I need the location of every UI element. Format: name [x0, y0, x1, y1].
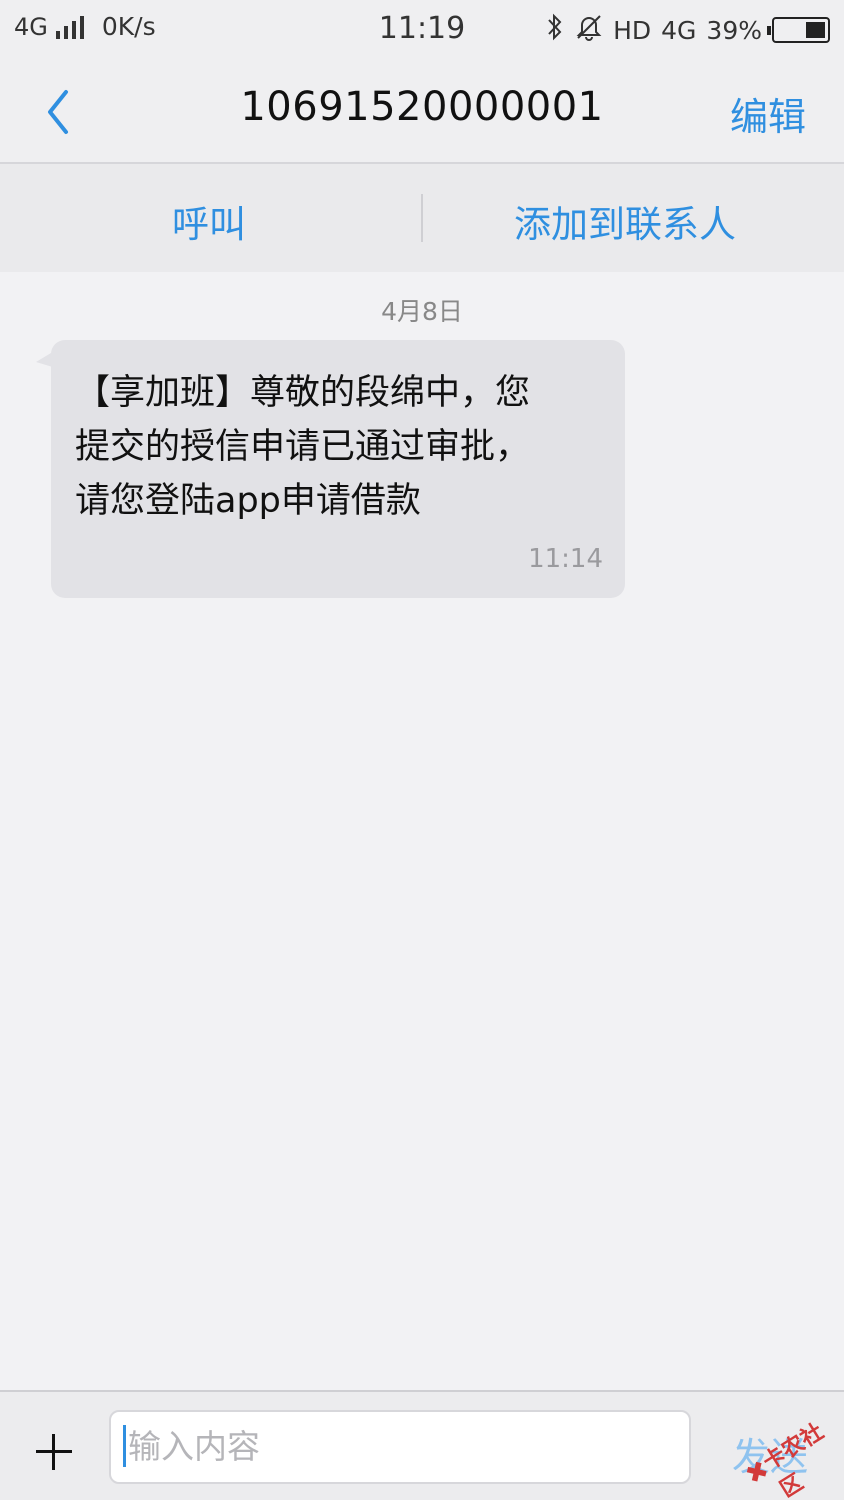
action-divider [421, 194, 423, 242]
composer-bar: 输入内容 发送 [0, 1390, 844, 1500]
battery-percent: 39% [706, 15, 762, 45]
conversation-title: 10691520000001 [240, 84, 604, 130]
battery-icon [767, 17, 830, 43]
status-right: HD 4G 39% [545, 12, 830, 48]
message-input[interactable]: 输入内容 [109, 1410, 691, 1484]
bluetooth-icon [545, 12, 565, 48]
hd-label: HD [613, 15, 652, 45]
message-date: 4月8日 [381, 297, 463, 326]
text-caret [123, 1424, 126, 1467]
add-to-contacts-button[interactable]: 添加到联系人 [514, 194, 736, 248]
contact-action-bar: 呼叫 添加到联系人 [0, 164, 844, 272]
call-button[interactable]: 呼叫 [172, 194, 246, 248]
message-time: 11:14 [528, 544, 603, 574]
message-line: 【享加班】尊敬的段绵中，您 [75, 373, 531, 413]
message-bubble[interactable]: 【享加班】尊敬的段绵中，您 提交的授信申请已通过审批， 请您登陆app申请借款 … [51, 340, 625, 598]
status-bar: 4G 0K/s 11:19 HD 4G 39% [0, 0, 844, 58]
message-line: 提交的授信申请已通过审批， [75, 427, 531, 467]
message-line: 请您登陆app申请借款 [75, 481, 421, 521]
plus-icon[interactable] [34, 1432, 74, 1472]
nav-bar: 10691520000001 编辑 [0, 58, 844, 164]
mute-bell-icon [575, 13, 603, 47]
edit-button[interactable]: 编辑 [730, 86, 806, 141]
message-text: 【享加班】尊敬的段绵中，您 提交的授信申请已通过审批， 请您登陆app申请借款 [75, 366, 595, 528]
input-placeholder: 输入内容 [128, 1427, 260, 1466]
network-type-right: 4G [661, 15, 697, 45]
battery-fill [806, 22, 825, 38]
